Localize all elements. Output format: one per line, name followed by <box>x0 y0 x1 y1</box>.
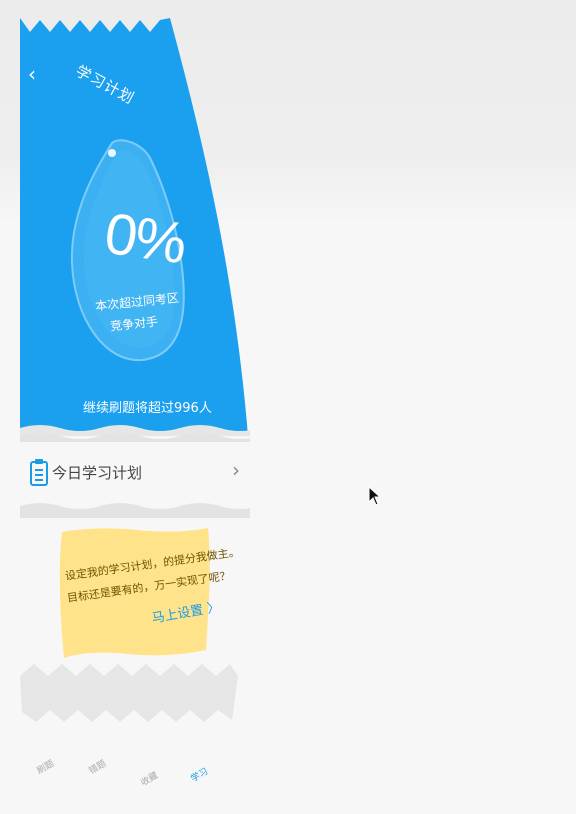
tab-mistakes[interactable]: 错题 <box>86 756 108 777</box>
tab-favorites[interactable]: 收藏 <box>138 768 160 789</box>
today-plan-label: 今日学习计划 <box>52 464 143 482</box>
tab-study[interactable]: 学习 <box>188 764 210 785</box>
cursor-icon <box>368 486 382 506</box>
chevron-right-icon[interactable]: › <box>232 458 240 482</box>
torn-paper-divider <box>20 664 238 722</box>
continue-practice-text: 继续刷题将超过996人 <box>83 401 212 416</box>
beat-percent: 0% <box>100 200 189 277</box>
tab-practice[interactable]: 刷题 <box>34 756 56 777</box>
back-icon[interactable]: ‹ <box>28 62 36 86</box>
clipboard-icon <box>30 459 48 486</box>
